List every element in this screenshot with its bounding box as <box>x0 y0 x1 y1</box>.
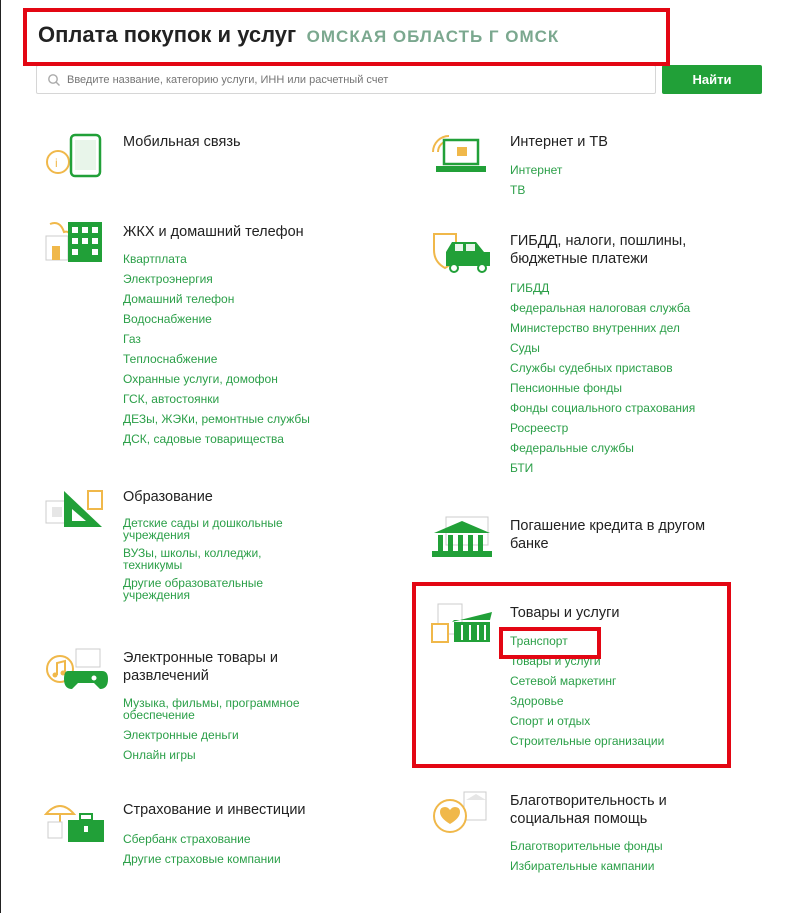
link-item[interactable]: ВУЗы, школы, колледжи, техникумы <box>123 545 323 575</box>
link-item[interactable]: Росреестр <box>510 418 695 438</box>
category-title-line2[interactable]: банке <box>510 535 549 554</box>
category-links: Интернет ТВ <box>510 160 562 200</box>
link-item[interactable]: БТИ <box>510 458 695 478</box>
link-item[interactable]: Избирательные кампании <box>510 856 663 876</box>
category-utilities: ЖКХ и домашний телефон Квартплата Электр… <box>44 220 384 460</box>
category-education: Образование Детские сады и дошкольные уч… <box>44 485 384 615</box>
link-item[interactable]: Домашний телефон <box>123 289 310 309</box>
link-item[interactable]: ГСК, автостоянки <box>123 389 310 409</box>
category-electronic-goods: Электронные товары и развлечений Музыка,… <box>44 645 384 775</box>
link-item[interactable]: Службы судебных приставов <box>510 358 695 378</box>
link-item[interactable]: Федеральная налоговая служба <box>510 298 695 318</box>
link-item[interactable]: Электронные деньги <box>123 725 358 745</box>
category-title[interactable]: Интернет и ТВ <box>510 133 608 152</box>
category-title-line2[interactable]: бюджетные платежи <box>510 250 648 269</box>
link-item[interactable]: Федеральные службы <box>510 438 695 458</box>
link-item[interactable]: Теплоснабжение <box>123 349 310 369</box>
highlight-frame-goods-services <box>412 582 731 768</box>
link-item[interactable]: Суды <box>510 338 695 358</box>
category-loan-repayment: Погашение кредита в другом банке <box>430 513 780 573</box>
house-utilities-icon <box>45 222 102 262</box>
link-item[interactable]: Газ <box>123 329 310 349</box>
link-internet[interactable]: Интернет <box>510 160 562 180</box>
search-input[interactable] <box>67 73 655 86</box>
category-internet-tv: Интернет и ТВ Интернет ТВ <box>430 130 770 210</box>
link-item[interactable]: Пенсионные фонды <box>510 378 695 398</box>
bank-building-icon <box>432 516 492 557</box>
laptop-wifi-icon <box>432 135 486 172</box>
category-links: ГИБДД Федеральная налоговая служба Минис… <box>510 278 695 478</box>
link-item[interactable]: ГИБДД <box>510 278 695 298</box>
category-gibdd-taxes: ГИБДД, налоги, пошлины, бюджетные платеж… <box>430 228 780 488</box>
category-links: Благотворительные фонды Избирательные ка… <box>510 836 663 876</box>
svg-text:i: i <box>55 156 58 170</box>
search-icon <box>48 73 60 86</box>
category-title[interactable]: Образование <box>123 488 213 507</box>
mobile-phone-icon: i <box>46 133 102 178</box>
ruler-triangle-icon <box>45 490 103 527</box>
link-item[interactable]: Детские сады и дошкольные учреждения <box>123 515 338 545</box>
category-links: Музыка, фильмы, программное обеспечение … <box>123 695 358 765</box>
link-item[interactable]: Министерство внутренних дел <box>510 318 695 338</box>
link-item[interactable]: Сбербанк страхование <box>123 829 281 849</box>
link-item[interactable]: Охранные услуги, домофон <box>123 369 310 389</box>
link-item[interactable]: Другие страховые компании <box>123 849 281 869</box>
link-item[interactable]: Музыка, фильмы, программное обеспечение <box>123 695 358 725</box>
category-links: Квартплата Электроэнергия Домашний телеф… <box>123 249 310 449</box>
link-item[interactable]: Другие образовательные учреждения <box>123 575 313 605</box>
category-title-line1[interactable]: Погашение кредита в другом <box>510 517 705 536</box>
category-title[interactable]: Страхование и инвестиции <box>123 801 306 820</box>
category-title[interactable]: ЖКХ и домашний телефон <box>123 223 304 242</box>
link-item[interactable]: Электроэнергия <box>123 269 310 289</box>
link-item[interactable]: ДЕЗы, ЖЭКи, ремонтные службы <box>123 409 310 429</box>
category-insurance: Страхование и инвестиции Сбербанк страхо… <box>44 798 384 878</box>
link-item[interactable]: ДСК, садовые товарищества <box>123 429 310 449</box>
category-links: Сбербанк страхование Другие страховые ко… <box>123 829 281 869</box>
search-box[interactable] <box>36 65 656 94</box>
category-title[interactable]: Мобильная связь <box>123 133 241 152</box>
category-title-line1[interactable]: Электронные товары и <box>123 649 278 668</box>
charity-heart-icon <box>433 791 487 833</box>
link-item[interactable]: Онлайн игры <box>123 745 358 765</box>
link-item[interactable]: Водоснабжение <box>123 309 310 329</box>
category-links: Детские сады и дошкольные учреждения ВУЗ… <box>123 515 338 605</box>
car-shield-icon <box>433 233 490 273</box>
link-item[interactable]: Благотворительные фонды <box>510 836 663 856</box>
category-charity: Благотворительность и социальная помощь … <box>430 788 780 888</box>
category-title-line1[interactable]: Благотворительность и <box>510 792 667 811</box>
link-item[interactable]: Фонды социального страхования <box>510 398 695 418</box>
category-title-line2[interactable]: социальная помощь <box>510 810 647 829</box>
category-mobile: i Мобильная связь <box>44 130 344 190</box>
umbrella-briefcase-icon <box>44 805 104 842</box>
link-tv[interactable]: ТВ <box>510 180 562 200</box>
highlight-frame-title <box>23 8 670 66</box>
highlight-frame-transport <box>499 627 601 659</box>
link-item[interactable]: Квартплата <box>123 249 310 269</box>
music-gamepad-icon <box>46 648 108 689</box>
search-button[interactable]: Найти <box>662 65 762 94</box>
category-title-line1[interactable]: ГИБДД, налоги, пошлины, <box>510 232 686 251</box>
category-title-line2[interactable]: развлечений <box>123 667 209 686</box>
